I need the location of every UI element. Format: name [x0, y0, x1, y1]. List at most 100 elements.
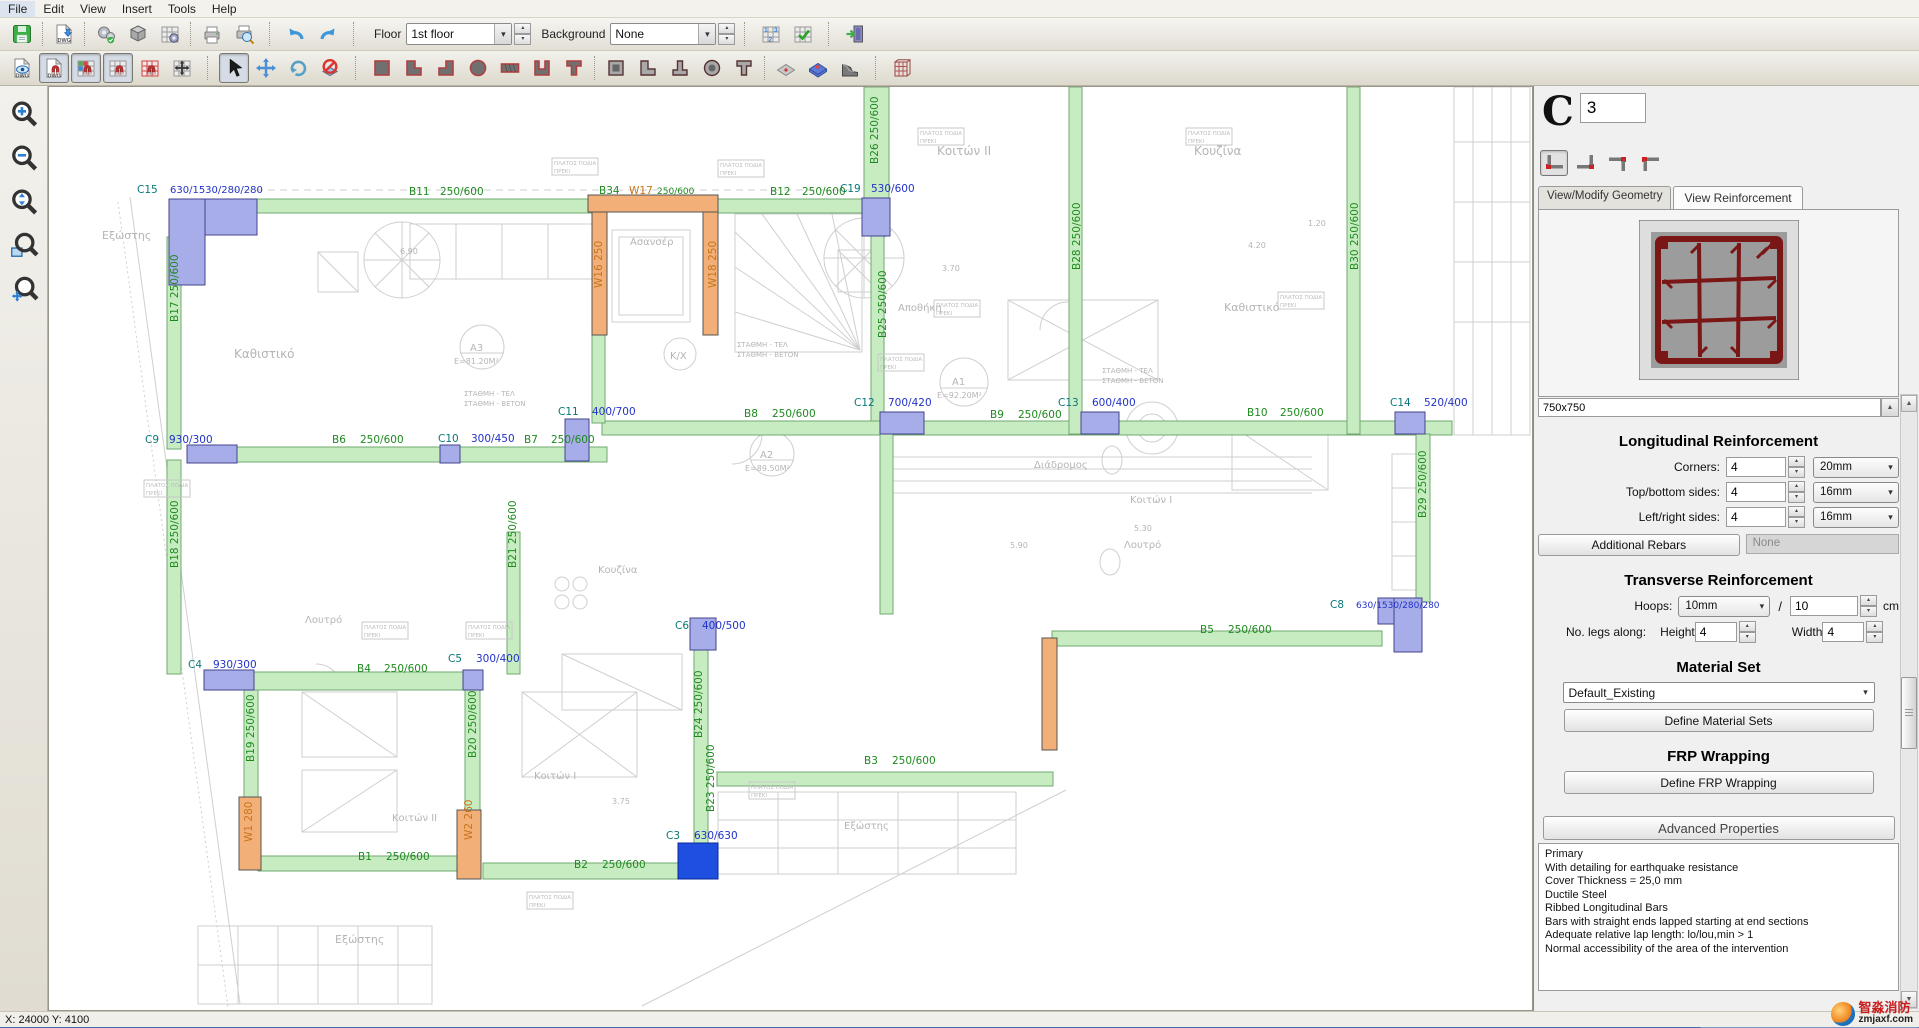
beam[interactable]: [712, 199, 864, 213]
beam[interactable]: [880, 434, 893, 614]
wall-T-button[interactable]: [665, 53, 695, 83]
column[interactable]: [463, 670, 483, 690]
slab-flat-button[interactable]: [771, 53, 801, 83]
zoom-pan-button[interactable]: [6, 272, 42, 308]
rebar-count-spinner[interactable]: ▴▾: [1788, 506, 1805, 528]
sec-U-button[interactable]: [527, 53, 557, 83]
wall-circle-button[interactable]: [697, 53, 727, 83]
undo-button[interactable]: [281, 19, 311, 49]
select-arrow-button[interactable]: [219, 53, 249, 83]
zoom-in-button[interactable]: [6, 96, 42, 132]
snap-colored-button[interactable]: [71, 53, 101, 83]
menu-tools[interactable]: Tools: [160, 1, 204, 17]
menu-view[interactable]: View: [72, 1, 114, 17]
rebar-count-spinner[interactable]: ▴▾: [1788, 481, 1805, 503]
orientation-icon-2[interactable]: [1572, 150, 1600, 176]
snap-red-button[interactable]: [135, 53, 165, 83]
rebar-diameter-combo[interactable]: 20mm▾: [1813, 457, 1899, 478]
legs-width-input[interactable]: [1822, 622, 1864, 642]
save-button[interactable]: [7, 19, 37, 49]
rebar-count-spinner[interactable]: ▴▾: [1788, 456, 1805, 478]
settings-gears-button[interactable]: [91, 19, 121, 49]
zoom-extents-button[interactable]: [6, 184, 42, 220]
beam[interactable]: [717, 772, 1053, 786]
hoops-spacing-input[interactable]: [1790, 596, 1858, 616]
column[interactable]: [204, 670, 254, 690]
move-button[interactable]: [251, 53, 281, 83]
background-combo[interactable]: None▾: [610, 23, 716, 45]
column-selected[interactable]: [678, 843, 718, 879]
column[interactable]: [862, 198, 890, 236]
rebar-diameter-combo[interactable]: 16mm▾: [1813, 507, 1899, 528]
dwg-import-button[interactable]: DWG: [49, 19, 79, 49]
rotate-button[interactable]: [283, 53, 313, 83]
renumber-grid-button[interactable]: 132: [756, 19, 786, 49]
column[interactable]: [880, 412, 924, 434]
menu-help[interactable]: Help: [204, 1, 245, 17]
panel-scrollbar[interactable]: ▲ ▼: [1900, 394, 1918, 1009]
exit-door-button[interactable]: [840, 19, 870, 49]
wall-T2-button[interactable]: [729, 53, 759, 83]
print-preview-button[interactable]: [229, 19, 259, 49]
define-material-sets-button[interactable]: Define Material Sets: [1564, 709, 1874, 732]
slab-blue-button[interactable]: [803, 53, 833, 83]
rebar-count-input[interactable]: [1726, 457, 1786, 477]
ramp-button[interactable]: [835, 53, 865, 83]
sec-square-button[interactable]: [367, 53, 397, 83]
menu-file[interactable]: File: [0, 1, 35, 17]
wall-square-button[interactable]: [601, 53, 631, 83]
column[interactable]: [1081, 412, 1119, 434]
sec-circle-button[interactable]: [463, 53, 493, 83]
define-frp-wrapping-button[interactable]: Define FRP Wrapping: [1564, 771, 1874, 794]
legs-height-input[interactable]: [1695, 622, 1737, 642]
check-grid-button[interactable]: [788, 19, 818, 49]
background-spinner[interactable]: ▴▾: [718, 23, 735, 45]
floorplan-canvas[interactable]: ΠΛΑΤΟΣ ΠΟΔΙΑΠΡΕΚΙΠΛΑΤΟΣ ΠΟΔΙΑΠΡΕΚΙΠΛΑΤΟΣ…: [48, 86, 1533, 1011]
floor-spinner[interactable]: ▴▾: [514, 23, 531, 45]
orientation-icon-1[interactable]: [1540, 150, 1568, 176]
zoom-out-button[interactable]: [6, 140, 42, 176]
column[interactable]: [187, 445, 237, 463]
snap-grid-button[interactable]: [103, 53, 133, 83]
legs-height-spinner[interactable]: ▴▾: [1739, 621, 1756, 643]
beam[interactable]: [187, 447, 607, 462]
redo-button[interactable]: [313, 19, 343, 49]
beam[interactable]: [602, 421, 1452, 435]
grid-cross-button[interactable]: [167, 53, 197, 83]
orientation-icon-3[interactable]: [1604, 150, 1632, 176]
floorplan-svg[interactable]: ΠΛΑΤΟΣ ΠΟΔΙΑΠΡΕΚΙΠΛΑΤΟΣ ΠΟΔΙΑΠΡΕΚΙΠΛΑΤΟΣ…: [49, 87, 1534, 1012]
sec-corner-button[interactable]: [431, 53, 461, 83]
chevron-down-icon[interactable]: ▾: [698, 24, 715, 44]
zoom-window-button[interactable]: [6, 228, 42, 264]
section-number-input[interactable]: [1580, 93, 1646, 123]
menu-edit[interactable]: Edit: [35, 1, 72, 17]
sec-wide-button[interactable]: [495, 53, 525, 83]
forbid-button[interactable]: [315, 53, 345, 83]
hoops-diameter-combo[interactable]: 10mm▾: [1678, 596, 1770, 617]
floor-combo[interactable]: 1st floor▾: [406, 23, 512, 45]
rebar-count-input[interactable]: [1726, 507, 1786, 527]
rebar-diameter-combo[interactable]: 16mm▾: [1813, 482, 1899, 503]
print-button[interactable]: [197, 19, 227, 49]
grid-settings-button[interactable]: [155, 19, 185, 49]
section-size-field[interactable]: [1538, 398, 1881, 417]
wall-L-button[interactable]: [633, 53, 663, 83]
chevron-down-icon[interactable]: ▾: [494, 24, 511, 44]
tab-view-modify-geometry[interactable]: View/Modify Geometry: [1538, 186, 1671, 209]
building-3d-button[interactable]: [887, 53, 917, 83]
scroll-up-icon[interactable]: ▲: [1881, 398, 1899, 417]
dwg-view-button[interactable]: DWG: [7, 53, 37, 83]
cube-3d-button[interactable]: [123, 19, 153, 49]
hoops-spacing-spinner[interactable]: ▴▾: [1860, 595, 1877, 617]
column[interactable]: [1395, 412, 1425, 434]
rebar-count-input[interactable]: [1726, 482, 1786, 502]
advanced-properties-button[interactable]: Advanced Properties: [1543, 816, 1895, 840]
legs-width-spinner[interactable]: ▴▾: [1866, 621, 1883, 643]
sec-L-button[interactable]: [399, 53, 429, 83]
shear-wall[interactable]: [588, 195, 718, 212]
sec-T-button[interactable]: [559, 53, 589, 83]
orientation-icon-4[interactable]: [1636, 150, 1664, 176]
shear-wall[interactable]: [1042, 638, 1057, 750]
tab-view-reinforcement[interactable]: View Reinforcement: [1673, 186, 1802, 209]
material-set-combo[interactable]: Default_Existing▾: [1563, 682, 1875, 703]
